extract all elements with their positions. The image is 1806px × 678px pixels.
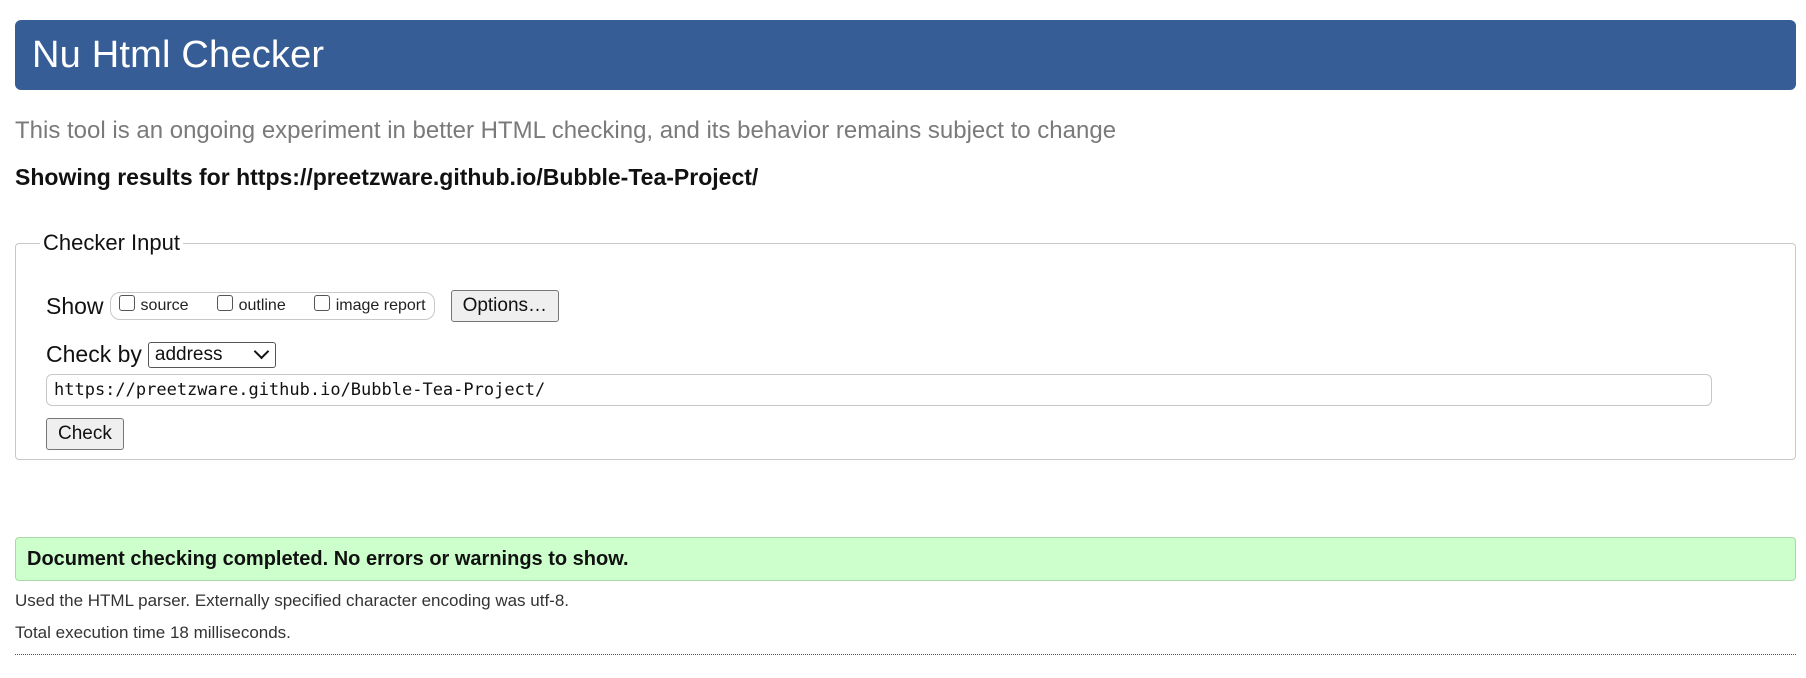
show-outline-option[interactable]: outline <box>216 295 286 315</box>
page: Nu Html Checker This tool is an ongoing … <box>15 20 1796 655</box>
show-options-group: source outline image report <box>109 292 435 320</box>
show-options-row: Show source outline image report Options… <box>46 290 560 322</box>
execution-time: Total execution time 18 milliseconds. <box>15 623 291 642</box>
show-source-checkbox[interactable] <box>118 295 135 311</box>
show-image-report-option[interactable]: image report <box>313 295 426 315</box>
page-title: Nu Html Checker <box>32 33 325 76</box>
dotted-divider <box>15 654 1796 655</box>
url-input[interactable]: https://preetzware.github.io/Bubble-Tea-… <box>46 374 1712 406</box>
parser-info: Used the HTML parser. Externally specifi… <box>15 591 570 610</box>
checker-input-fieldset: Checker Input Show source outline image … <box>15 230 1796 460</box>
show-image-report-label: image report <box>335 297 426 314</box>
check-by-select[interactable]: address <box>147 341 276 368</box>
status-message-text: Document checking completed. No errors o… <box>27 547 629 570</box>
tool-description: This tool is an ongoing experiment in be… <box>15 117 1117 144</box>
show-label: Show <box>46 292 104 319</box>
status-success-message: Document checking completed. No errors o… <box>15 537 1796 581</box>
show-outline-checkbox[interactable] <box>216 295 233 311</box>
results-for-heading: Showing results for https://preetzware.g… <box>15 164 759 190</box>
check-by-selected-value: address <box>154 343 223 365</box>
show-outline-label: outline <box>238 297 286 314</box>
options-button[interactable]: Options… <box>450 290 560 322</box>
url-input-value: https://preetzware.github.io/Bubble-Tea-… <box>54 380 546 400</box>
checker-input-legend: Checker Input <box>43 230 180 255</box>
show-source-label: source <box>140 297 189 314</box>
page-header: Nu Html Checker <box>15 20 1796 90</box>
check-by-label: Check by <box>46 341 142 367</box>
show-source-option[interactable]: source <box>118 295 189 315</box>
chevron-down-icon <box>253 343 270 360</box>
show-image-report-checkbox[interactable] <box>313 295 330 311</box>
check-by-row: Check by address <box>46 341 276 368</box>
check-button[interactable]: Check <box>46 418 124 450</box>
